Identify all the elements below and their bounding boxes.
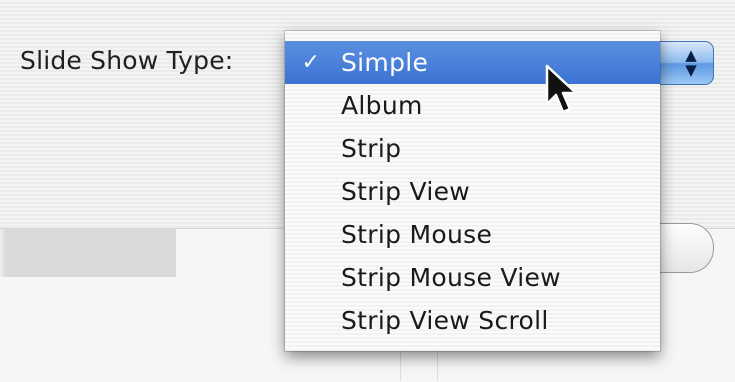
menu-item-strip[interactable]: Strip (285, 127, 660, 170)
menu-item-label: Strip View Scroll (341, 306, 549, 335)
menu-item-strip-view[interactable]: Strip View (285, 170, 660, 213)
slide-show-type-menu: ✓ Simple Album Strip Strip View Strip Mo… (285, 31, 660, 351)
window-divider (400, 350, 438, 381)
obscured-text-field (0, 229, 176, 277)
menu-item-simple[interactable]: ✓ Simple (285, 41, 660, 84)
obscured-field-edge (0, 229, 6, 277)
arrow-cursor-icon (545, 64, 578, 114)
menu-item-label: Strip View (341, 177, 471, 206)
slide-show-type-label: Slide Show Type: (20, 46, 234, 75)
menu-item-label: Strip Mouse (341, 220, 493, 249)
checkmark-icon: ✓ (301, 50, 321, 75)
menu-item-label: Album (341, 91, 423, 120)
popup-stepper-icon[interactable]: ▲ ▼ (668, 41, 714, 85)
menu-item-strip-mouse[interactable]: Strip Mouse (285, 213, 660, 256)
menu-item-album[interactable]: Album (285, 84, 660, 127)
menu-item-strip-mouse-view[interactable]: Strip Mouse View (285, 256, 660, 299)
stepper-down-arrow-icon: ▼ (685, 61, 697, 79)
menu-item-label: Strip Mouse View (341, 263, 561, 292)
menu-item-strip-view-scroll[interactable]: Strip View Scroll (285, 299, 660, 342)
menu-item-label: Simple (341, 48, 429, 77)
menu-item-label: Strip (341, 134, 402, 163)
